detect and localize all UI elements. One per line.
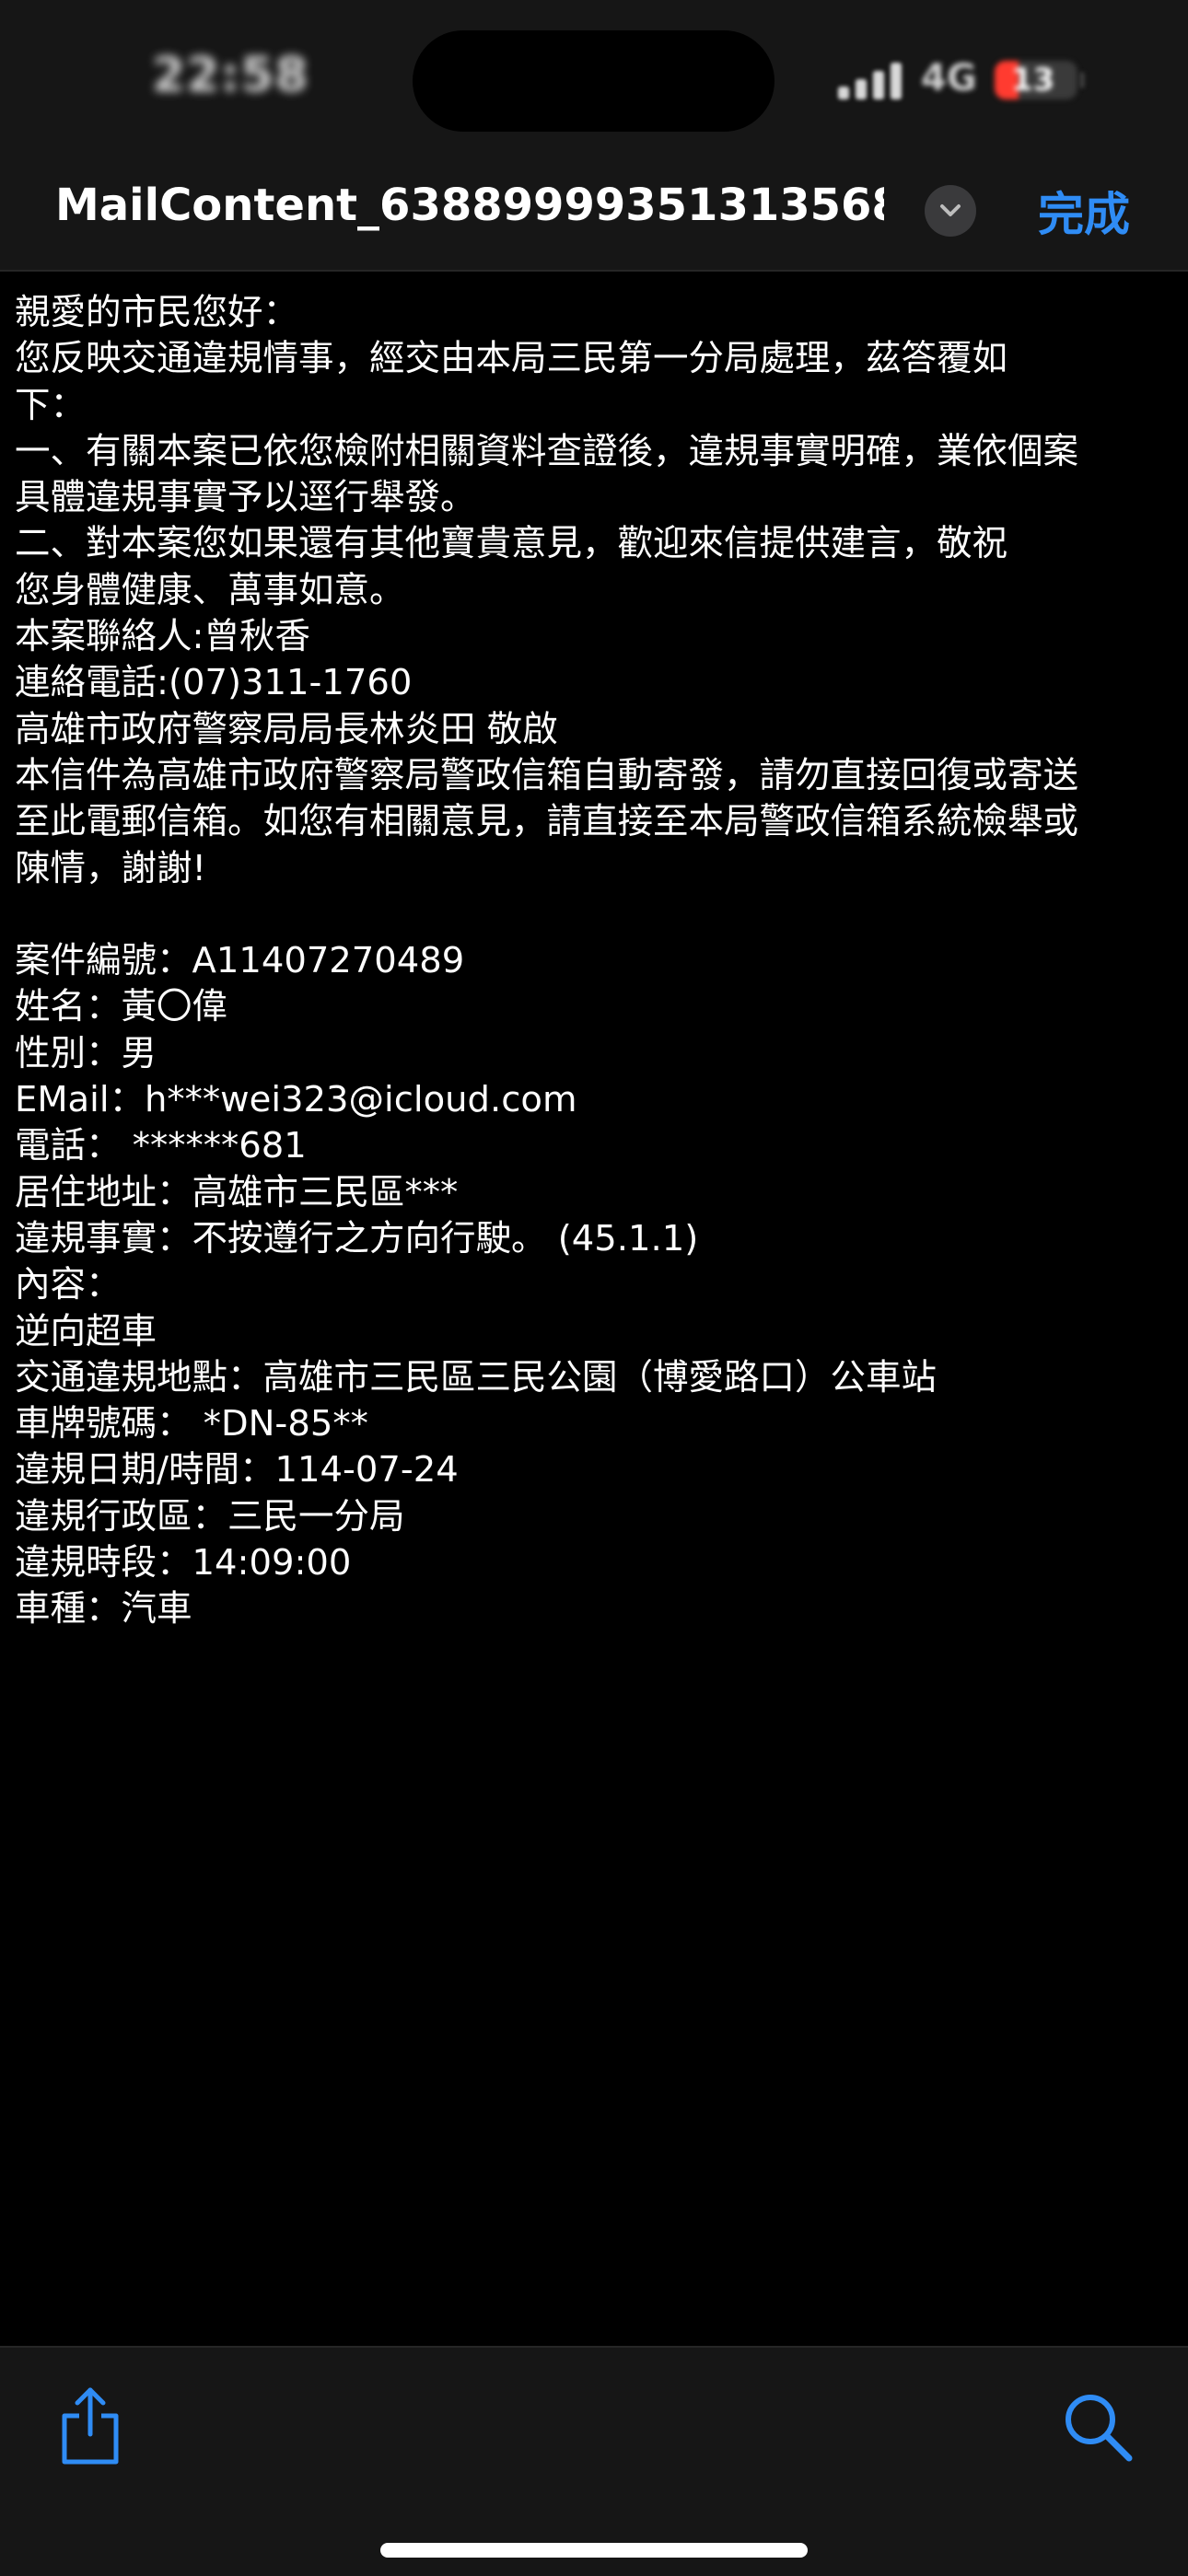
content-line: 本信件為高雄市政府警察局警政信箱自動寄發，請勿直接回復或寄送 bbox=[15, 754, 1079, 796]
content-line: 下： bbox=[15, 384, 87, 426]
content-line: 性別：男 bbox=[15, 1032, 157, 1074]
content-line: EMail：h***wei323@icloud.com bbox=[15, 1079, 577, 1121]
content-line: 案件編號：A11407270489 bbox=[15, 940, 465, 982]
battery-level: 13 bbox=[1011, 62, 1055, 99]
content-line: 違規事實：不按遵行之方向行駛。 (45.1.1) bbox=[15, 1217, 699, 1259]
content-line: 違規行政區：三民一分局 bbox=[15, 1495, 405, 1537]
content-line: 您身體健康、萬事如意。 bbox=[15, 569, 405, 611]
content-line: 具體違規事實予以逕行舉發。 bbox=[15, 477, 476, 519]
network-type: 4G bbox=[921, 57, 977, 99]
content-line: 二、對本案您如果還有其他寶貴意見，歡迎來信提供建言，敬祝 bbox=[15, 523, 1008, 565]
content-line: 至此電郵信箱。如您有相關意見，請直接至本局警政信箱系統檢舉或 bbox=[15, 801, 1079, 843]
content-line: 陳情，謝謝! bbox=[15, 847, 206, 889]
nav-bar: MailContent_63889999351313568... 完成 bbox=[0, 161, 1188, 272]
content-line: 您反映交通違規情事，經交由本局三民第一分局處理，茲答覆如 bbox=[15, 338, 1008, 380]
status-time: 22:58 bbox=[152, 48, 309, 103]
search-icon bbox=[1066, 2395, 1133, 2462]
content-line: 連絡電話:(07)311-1760 bbox=[15, 662, 413, 704]
battery-icon: 13 bbox=[995, 61, 1077, 99]
content-line: 本案聯絡人:曾秋香 bbox=[15, 616, 310, 658]
done-button[interactable]: 完成 bbox=[1038, 178, 1130, 244]
content-line: 親愛的市民您好： bbox=[15, 292, 299, 333]
bottom-toolbar bbox=[0, 2346, 1188, 2576]
content-line: 一、有關本案已依您檢附相關資料查證後，違規事實明確，業依個案 bbox=[15, 430, 1079, 472]
document-title: MailContent_63889999351313568... bbox=[55, 180, 884, 231]
content-line: 居住地址：高雄市三民區*** bbox=[15, 1171, 459, 1213]
content-line: 交通違規地點：高雄市三民區三民公園（博愛路口）公車站 bbox=[15, 1356, 938, 1398]
chevron-down-icon bbox=[940, 204, 961, 216]
content-line: 車牌號碼： *DN-85** bbox=[15, 1403, 368, 1445]
content-line: 違規日期/時間：114-07-24 bbox=[15, 1449, 459, 1491]
content-line: 逆向超車 bbox=[15, 1310, 157, 1352]
content-line: 違規時段：14:09:00 bbox=[15, 1542, 352, 1584]
cellular-signal-icon bbox=[838, 61, 903, 99]
content-line: 姓名：黃〇偉 bbox=[15, 986, 228, 1028]
title-menu-button[interactable] bbox=[925, 185, 976, 237]
content-line: 內容： bbox=[15, 1264, 122, 1306]
content-line: 車種：汽車 bbox=[15, 1588, 192, 1630]
mail-content: 親愛的市民您好： 您反映交通違規情事，經交由本局三民第一分局處理，茲答覆如 下： 一、… bbox=[15, 290, 1177, 1633]
search-button[interactable] bbox=[1059, 2388, 1136, 2466]
dynamic-island bbox=[413, 30, 775, 132]
home-indicator bbox=[380, 2543, 808, 2558]
share-button[interactable] bbox=[53, 2385, 127, 2467]
status-bar: 22:58 4G 13 bbox=[0, 0, 1188, 161]
battery-cap bbox=[1079, 72, 1085, 88]
share-icon bbox=[62, 2387, 119, 2465]
content-line: 電話： ******681 bbox=[15, 1125, 307, 1167]
content-line: 高雄市政府警察局局長林炎田 敬啟 bbox=[15, 708, 558, 750]
